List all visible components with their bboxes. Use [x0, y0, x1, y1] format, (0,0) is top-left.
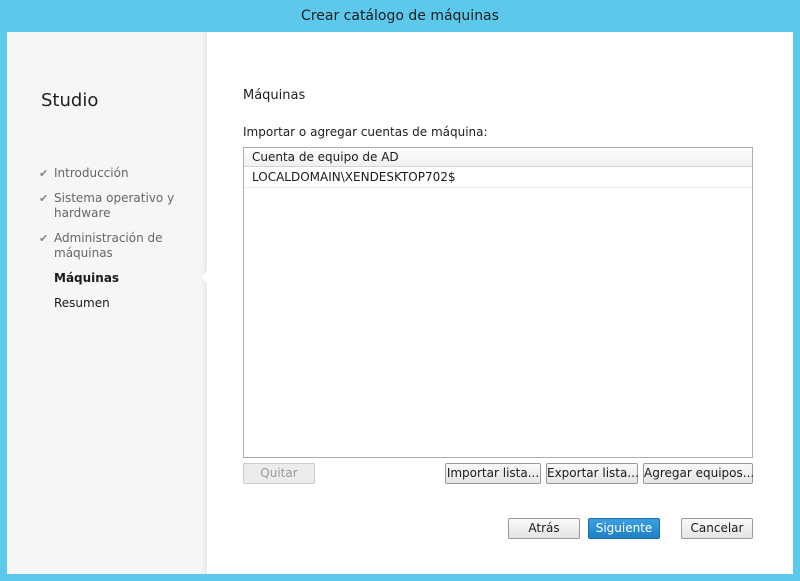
wizard-window: Studio ✔ Introducción ✔ Sistema operativ…	[7, 32, 793, 574]
import-list-button[interactable]: Importar lista...	[445, 463, 541, 484]
list-caption: Importar o agregar cuentas de máquina:	[243, 125, 488, 139]
step-label: Introducción	[54, 166, 129, 180]
page-title: Máquinas	[243, 88, 306, 103]
list-item[interactable]: LOCALDOMAIN\XENDESKTOP702$	[244, 167, 752, 188]
checkmark-icon: ✔	[39, 192, 49, 205]
checkmark-icon: ✔	[39, 232, 49, 245]
checkmark-icon: ✔	[39, 167, 49, 180]
column-header-ad-account[interactable]: Cuenta de equipo de AD	[244, 148, 752, 167]
step-label: Administración de máquinas	[54, 231, 163, 260]
step-maquinas: Máquinas	[39, 271, 199, 286]
export-list-button[interactable]: Exportar lista...	[546, 463, 639, 484]
next-button[interactable]: Siguiente	[588, 518, 660, 539]
step-sistema-operativo: ✔ Sistema operativo y hardware	[39, 191, 199, 221]
studio-brand: Studio	[41, 90, 99, 111]
step-label: Máquinas	[54, 271, 120, 285]
step-label: Resumen	[54, 296, 110, 310]
wizard-sidebar: Studio ✔ Introducción ✔ Sistema operativ…	[7, 32, 207, 574]
machine-accounts-list[interactable]: Cuenta de equipo de AD LOCALDOMAIN\XENDE…	[243, 147, 753, 458]
step-resumen: Resumen	[39, 296, 199, 311]
step-administracion: ✔ Administración de máquinas	[39, 231, 199, 261]
add-computers-button[interactable]: Agregar equipos...	[643, 463, 754, 484]
wizard-steps: ✔ Introducción ✔ Sistema operativo y har…	[39, 166, 199, 321]
current-step-pointer	[201, 269, 209, 285]
window-title: Crear catálogo de máquinas	[301, 8, 499, 24]
step-label: Sistema operativo y hardware	[54, 191, 175, 220]
cancel-button[interactable]: Cancelar	[681, 518, 753, 539]
remove-button[interactable]: Quitar	[243, 463, 315, 484]
back-button[interactable]: Atrás	[508, 518, 580, 539]
step-introduccion: ✔ Introducción	[39, 166, 199, 181]
window-titlebar: Crear catálogo de máquinas	[0, 0, 800, 32]
